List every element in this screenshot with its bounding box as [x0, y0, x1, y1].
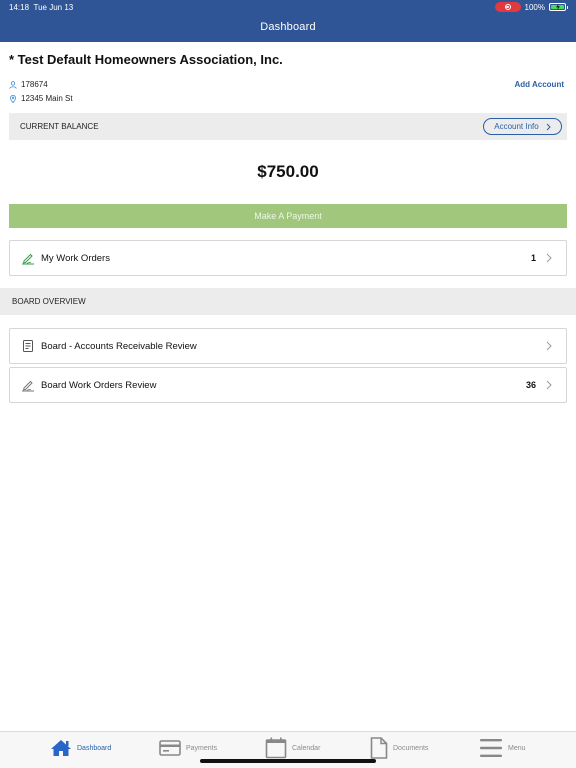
address-row: 12345 Main St — [9, 94, 73, 103]
account-number: 178674 — [21, 80, 48, 89]
balance-bar: CURRENT BALANCE Account Info — [9, 113, 567, 140]
chevron-right-icon — [546, 123, 551, 130]
board-overview-title: BOARD OVERVIEW — [12, 297, 86, 306]
account-info-button[interactable]: Account Info — [483, 118, 562, 135]
tab-payments[interactable]: Payments — [159, 736, 217, 760]
document-icon — [21, 339, 35, 353]
chevron-right-icon — [546, 253, 554, 263]
battery-icon — [549, 3, 568, 11]
status-indicators: 100% — [494, 2, 568, 12]
board-ar-review-label: Board - Accounts Receivable Review — [41, 340, 197, 352]
make-payment-button[interactable]: Make A Payment — [9, 204, 567, 228]
account-info-label: Account Info — [494, 122, 539, 131]
status-date: Tue Jun 13 — [33, 3, 74, 12]
tab-documents[interactable]: Documents — [370, 736, 428, 760]
chevron-right-icon — [546, 341, 554, 351]
board-ar-review-card[interactable]: Board - Accounts Receivable Review — [9, 328, 567, 364]
board-overview-header: BOARD OVERVIEW — [0, 288, 576, 315]
balance-label: CURRENT BALANCE — [20, 122, 99, 131]
home-icon — [50, 739, 72, 757]
status-clock: 14:18 — [9, 3, 30, 12]
tab-menu-label: Menu — [508, 744, 526, 752]
screen-recording-icon — [494, 2, 521, 12]
tab-calendar-label: Calendar — [292, 744, 321, 752]
my-work-orders-count: 1 — [530, 253, 536, 263]
dashboard-screen: 14:18 Tue Jun 13 100% Dashboard * Test D… — [0, 0, 576, 768]
document-icon — [370, 737, 388, 759]
chevron-right-icon — [546, 380, 554, 390]
pen-icon — [21, 251, 35, 265]
home-indicator[interactable] — [200, 759, 376, 763]
header-bar: 14:18 Tue Jun 13 100% Dashboard — [0, 0, 576, 42]
add-account-link[interactable]: Add Account — [515, 80, 564, 89]
my-work-orders-card[interactable]: My Work Orders 1 — [9, 240, 567, 276]
status-time: 14:18 Tue Jun 13 — [9, 3, 73, 12]
board-work-orders-label: Board Work Orders Review — [41, 379, 157, 391]
account-address: 12345 Main St — [21, 94, 73, 103]
battery-percent: 100% — [524, 2, 545, 12]
tab-payments-label: Payments — [186, 744, 218, 752]
my-work-orders-label: My Work Orders — [41, 252, 110, 264]
board-work-orders-count: 36 — [525, 380, 536, 390]
tab-dashboard-label: Dashboard — [77, 744, 112, 752]
association-name: * Test Default Homeowners Association, I… — [9, 52, 283, 67]
balance-amount: $750.00 — [257, 162, 319, 181]
tab-documents-label: Documents — [393, 744, 429, 752]
calendar-icon — [265, 737, 287, 759]
pen-icon — [21, 378, 35, 392]
person-icon — [9, 80, 17, 89]
page-title: Dashboard — [260, 21, 316, 33]
tab-calendar[interactable]: Calendar — [265, 736, 320, 760]
account-number-row: 178674 — [9, 80, 48, 89]
credit-card-icon — [159, 740, 181, 756]
hamburger-icon — [479, 737, 503, 759]
tab-menu[interactable]: Menu — [479, 736, 526, 760]
tab-dashboard[interactable]: Dashboard — [50, 736, 111, 760]
board-work-orders-card[interactable]: Board Work Orders Review 36 — [9, 367, 567, 403]
location-pin-icon — [10, 94, 16, 103]
